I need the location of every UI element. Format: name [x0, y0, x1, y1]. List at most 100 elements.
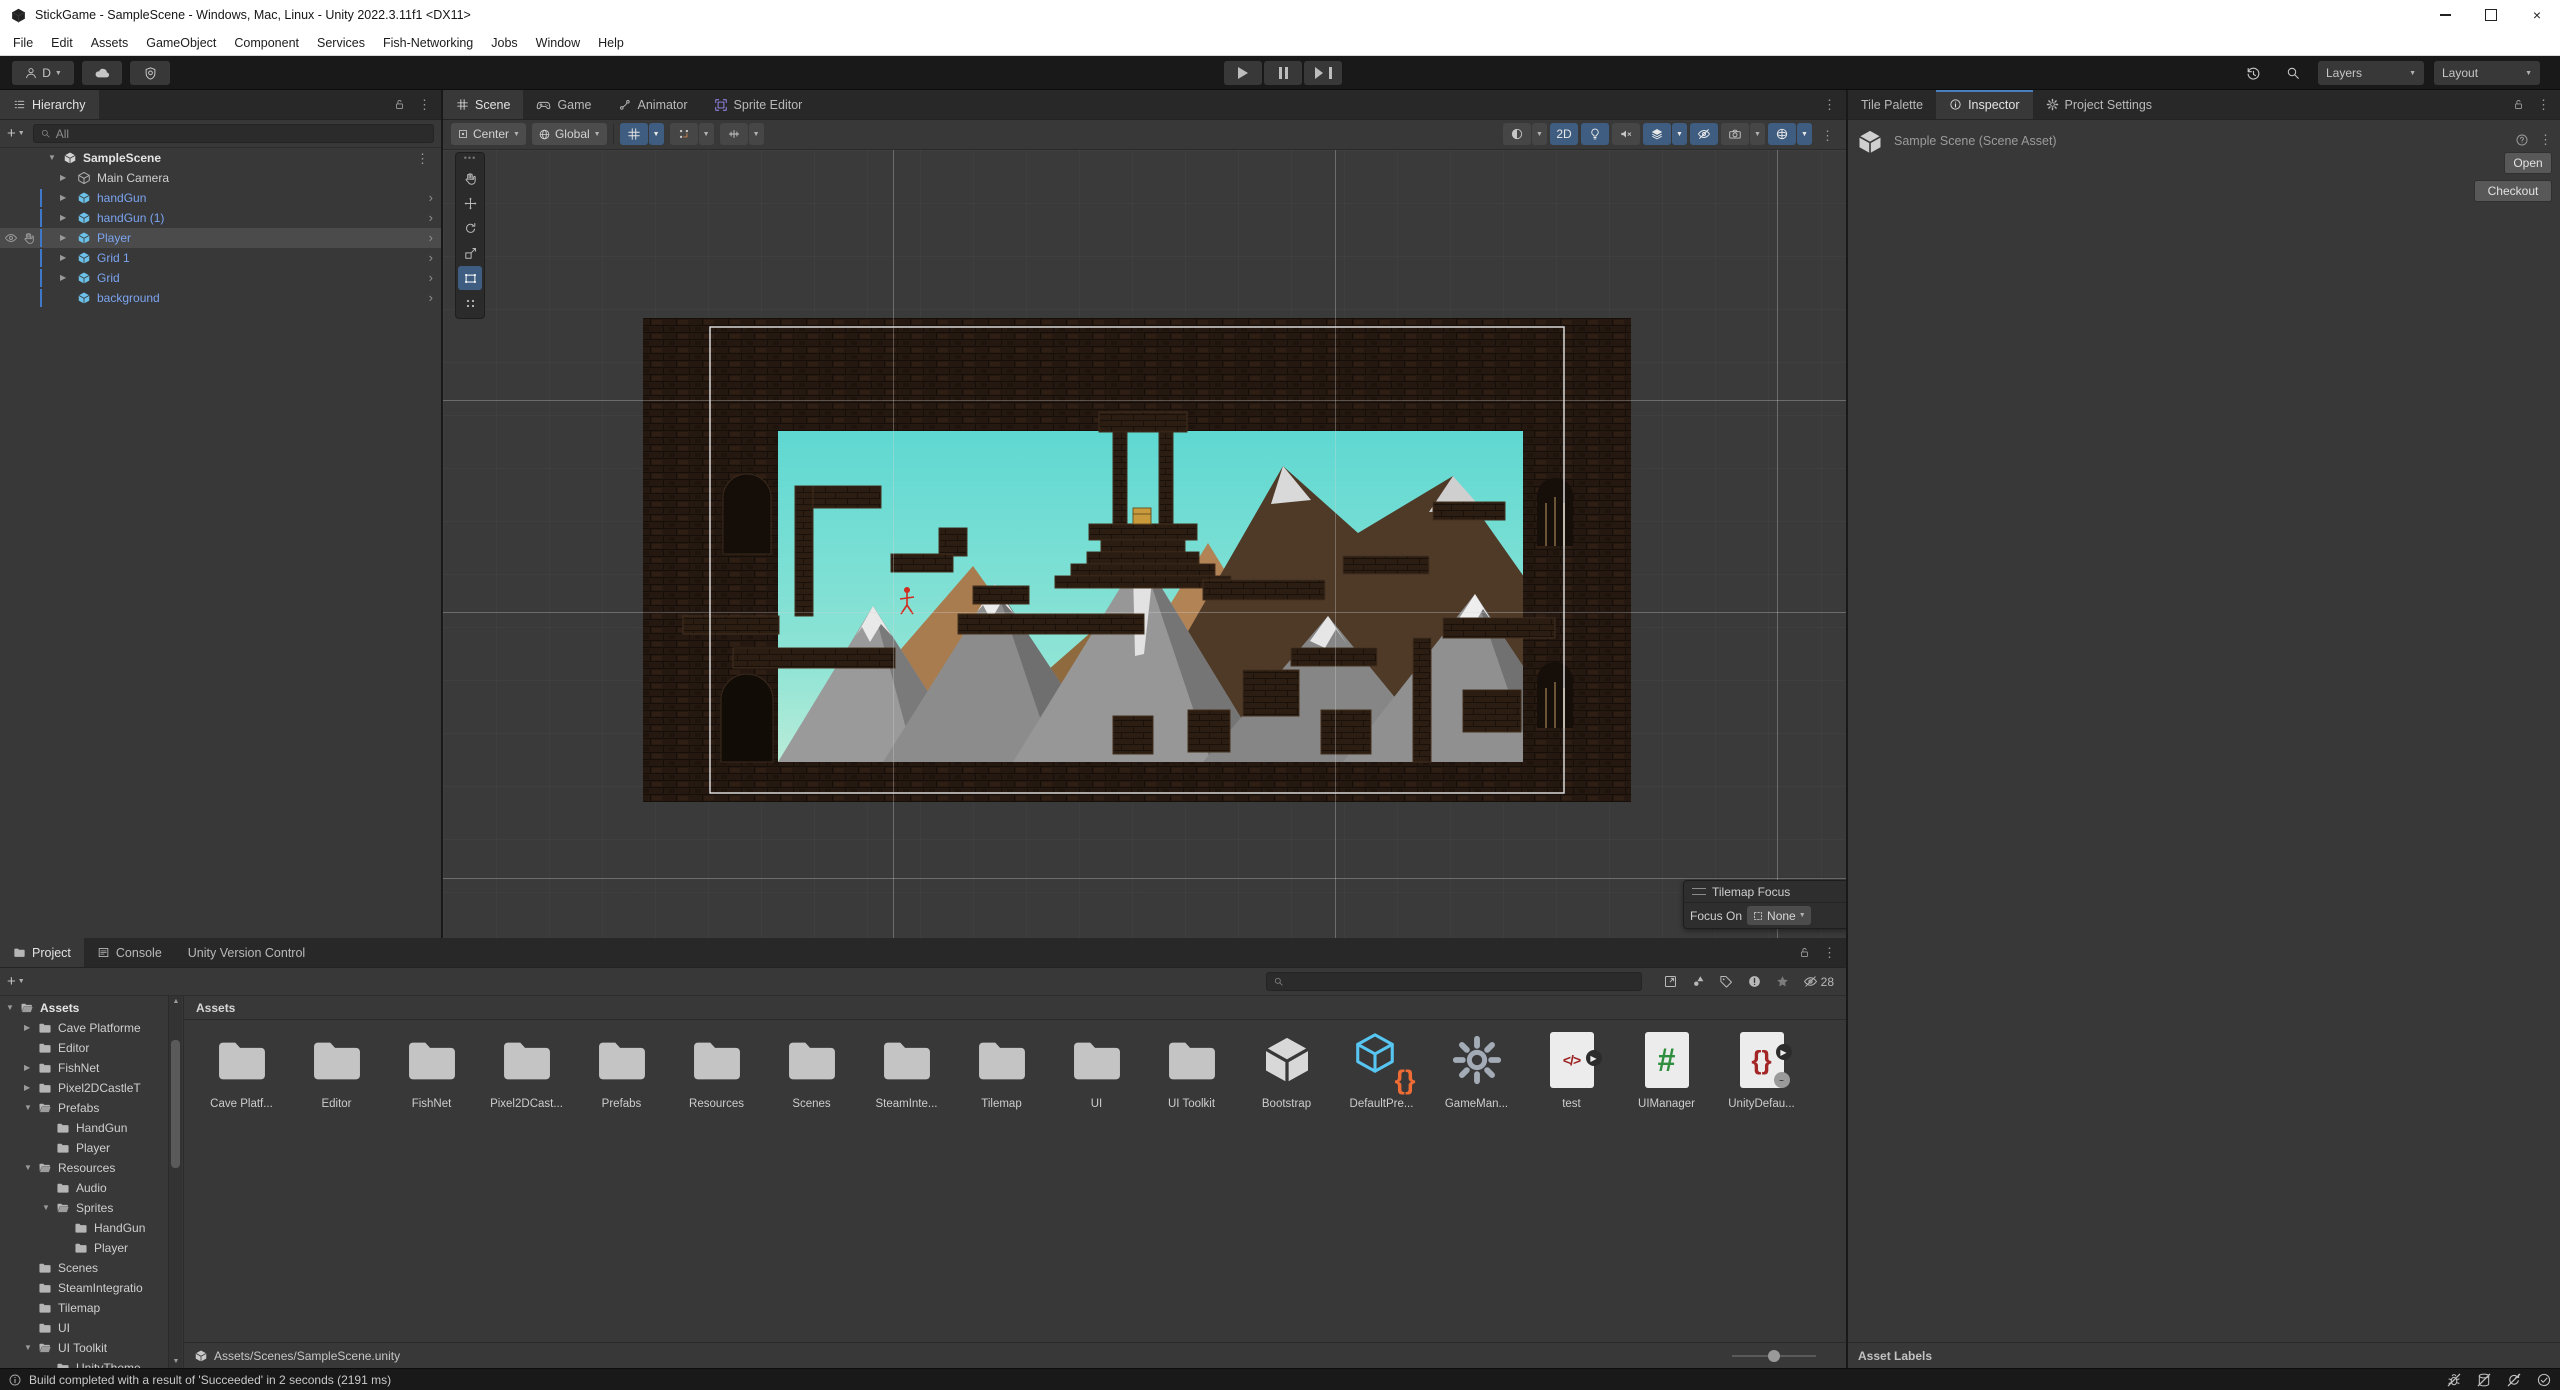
tab-game[interactable]: Game: [523, 90, 604, 119]
tree-row[interactable]: HandGun: [0, 1218, 168, 1238]
asset-labels-section[interactable]: Asset Labels: [1848, 1342, 2560, 1368]
asset-item-script[interactable]: # UIManager: [1619, 1026, 1714, 1128]
draw-mode-toggle[interactable]: [1503, 123, 1531, 145]
tab-animator[interactable]: Animator: [605, 90, 701, 119]
slider-thumb[interactable]: [1768, 1350, 1780, 1362]
pause-button[interactable]: [1264, 61, 1302, 85]
scroll-down-icon[interactable]: ▼: [169, 1356, 183, 1368]
foldout-collapsed-icon[interactable]: ▶: [60, 214, 66, 222]
tree-row[interactable]: UnityTheme: [0, 1358, 168, 1368]
grid-snapping-toggle[interactable]: [620, 123, 648, 145]
foldout-expanded-icon[interactable]: ▼: [24, 1104, 32, 1112]
version-control-button[interactable]: [130, 61, 170, 85]
tree-row[interactable]: ▼ Resources: [0, 1158, 168, 1178]
menu-window[interactable]: Window: [527, 30, 589, 55]
hierarchy-row-handgun[interactable]: ▶ handGun ›: [0, 188, 441, 208]
hidden-objects-toggle[interactable]: [1690, 123, 1718, 145]
hierarchy-create-button[interactable]: +▼: [7, 125, 25, 142]
measure-tool-dropdown[interactable]: ▼: [749, 123, 764, 145]
eye-icon[interactable]: [4, 231, 18, 245]
cache-server-disconnected-icon[interactable]: [2476, 1372, 2492, 1388]
overlay-drag-handle[interactable]: [1692, 888, 1706, 895]
scrollbar-thumb[interactable]: [171, 1040, 180, 1168]
focus-on-dropdown[interactable]: None ▼: [1747, 906, 1811, 925]
tab-scene[interactable]: Scene: [443, 90, 523, 119]
foldout-collapsed-icon[interactable]: ▶: [24, 1064, 30, 1072]
asset-item-json[interactable]: {} ▶ – UnityDefau...: [1714, 1026, 1809, 1128]
lock-icon[interactable]: [393, 98, 406, 111]
tree-row[interactable]: Player: [0, 1238, 168, 1258]
asset-item-folder[interactable]: Pixel2DCast...: [479, 1026, 574, 1128]
hierarchy-row-grid[interactable]: ▶ Grid ›: [0, 268, 441, 288]
tree-row[interactable]: Player: [0, 1138, 168, 1158]
filter-importance-icon[interactable]: [1747, 974, 1762, 989]
foldout-collapsed-icon[interactable]: ▶: [60, 254, 66, 262]
breadcrumb-path[interactable]: Assets/Scenes/SampleScene.unity: [214, 1349, 400, 1363]
play-button[interactable]: [1224, 61, 1262, 85]
tree-row-assets[interactable]: ▼ Assets: [0, 998, 168, 1018]
tree-row[interactable]: Editor: [0, 1038, 168, 1058]
foldout-expanded-icon[interactable]: ▼: [24, 1164, 32, 1172]
menu-fish-networking[interactable]: Fish-Networking: [374, 30, 482, 55]
debugger-detached-icon[interactable]: [2446, 1372, 2462, 1388]
camera-settings-toggle[interactable]: [1721, 123, 1749, 145]
lock-icon[interactable]: [1798, 946, 1811, 959]
asset-item-folder[interactable]: Scenes: [764, 1026, 859, 1128]
kebab-menu-icon[interactable]: ⋮: [1823, 97, 1836, 113]
pivot-dropdown[interactable]: Center ▼: [451, 123, 526, 145]
tree-row[interactable]: ▼ Prefabs: [0, 1098, 168, 1118]
hidden-packages-toggle[interactable]: 28: [1803, 974, 1834, 989]
kebab-menu-icon[interactable]: ⋮: [1823, 945, 1836, 961]
tree-row[interactable]: HandGun: [0, 1118, 168, 1138]
prefab-open-chevron[interactable]: ›: [429, 270, 433, 285]
scene-effects-dropdown[interactable]: ▼: [1672, 123, 1687, 145]
icon-zoom-slider[interactable]: [1732, 1355, 1816, 1357]
status-message[interactable]: Build completed with a result of 'Succee…: [29, 1373, 391, 1387]
gizmos-dropdown[interactable]: ▼: [1797, 123, 1812, 145]
project-search-input[interactable]: [1266, 972, 1642, 991]
asset-item-folder[interactable]: UI Toolkit: [1144, 1026, 1239, 1128]
increment-snap-dropdown[interactable]: ▼: [699, 123, 714, 145]
kebab-menu-icon[interactable]: ⋮: [2539, 132, 2552, 148]
prefab-open-chevron[interactable]: ›: [429, 190, 433, 205]
undo-history-button[interactable]: [2238, 61, 2268, 85]
foldout-expanded-icon[interactable]: ▼: [42, 1204, 50, 1212]
open-search-window-icon[interactable]: [1663, 974, 1678, 989]
checkout-button[interactable]: Checkout: [2474, 180, 2552, 202]
prefab-open-chevron[interactable]: ›: [429, 250, 433, 265]
draw-mode-dropdown[interactable]: ▼: [1532, 123, 1547, 145]
menu-services[interactable]: Services: [308, 30, 374, 55]
hierarchy-row-handgun-1[interactable]: ▶ handGun (1) ›: [0, 208, 441, 228]
asset-item-folder[interactable]: FishNet: [384, 1026, 479, 1128]
asset-item-folder[interactable]: Resources: [669, 1026, 764, 1128]
tab-project-settings[interactable]: Project Settings: [2033, 90, 2166, 119]
favorites-star-icon[interactable]: [1775, 974, 1790, 989]
layout-dropdown[interactable]: Layout▼: [2434, 61, 2540, 85]
menu-assets[interactable]: Assets: [82, 30, 138, 55]
asset-item-folder[interactable]: SteamInte...: [859, 1026, 954, 1128]
account-dropdown[interactable]: D ▼: [12, 61, 74, 85]
scroll-up-icon[interactable]: ▲: [169, 996, 183, 1008]
foldout-collapsed-icon[interactable]: ▶: [60, 274, 66, 282]
foldout-collapsed-icon[interactable]: ▶: [24, 1084, 30, 1092]
menu-help[interactable]: Help: [589, 30, 633, 55]
help-icon[interactable]: [2515, 133, 2529, 147]
tree-scrollbar[interactable]: ▲ ▼: [168, 996, 182, 1368]
grid-snapping-dropdown[interactable]: ▼: [649, 123, 664, 145]
menu-component[interactable]: Component: [225, 30, 308, 55]
auto-refresh-off-icon[interactable]: [2506, 1372, 2522, 1388]
increment-snap-toggle[interactable]: [670, 123, 698, 145]
global-search-button[interactable]: [2278, 61, 2308, 85]
scene-canvas[interactable]: ••• Tilemap Focus Focus On Non: [443, 150, 1846, 938]
tab-sprite-editor[interactable]: Sprite Editor: [701, 90, 816, 119]
hierarchy-search-input[interactable]: All: [33, 124, 434, 143]
menu-file[interactable]: File: [4, 30, 42, 55]
menu-gameobject[interactable]: GameObject: [137, 30, 225, 55]
hierarchy-row-scene[interactable]: ▼ SampleScene ⋮: [0, 148, 441, 168]
foldout-expanded-icon[interactable]: ▼: [6, 1004, 14, 1012]
asset-item-gear[interactable]: GameMan...: [1429, 1026, 1524, 1128]
scene-effects-toggle[interactable]: [1643, 123, 1671, 145]
kebab-menu-icon[interactable]: ⋮: [416, 151, 429, 167]
tree-row[interactable]: Scenes: [0, 1258, 168, 1278]
view-tool-button[interactable]: [458, 166, 482, 190]
